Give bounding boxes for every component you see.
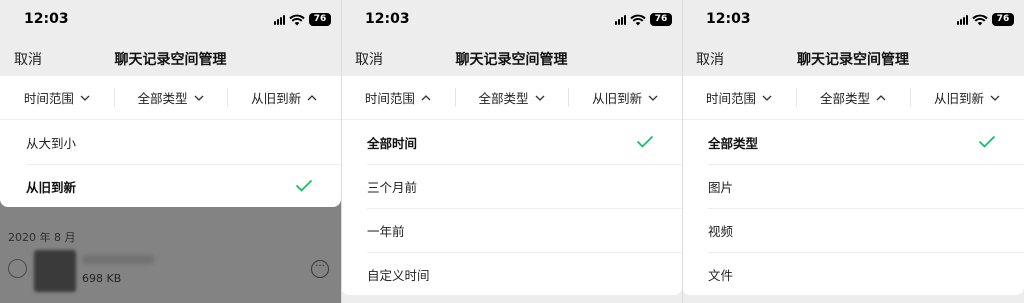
wifi-icon: [289, 14, 305, 25]
status-time: 12:03: [706, 11, 751, 27]
cellular-signal-icon: [615, 14, 626, 25]
file-list-background: 2020 年 8 月 698 KB ···: [0, 207, 341, 303]
wifi-icon: [972, 14, 988, 25]
chevron-down-icon: [194, 95, 203, 101]
option-large-to-small[interactable]: 从大到小: [0, 120, 341, 164]
battery-icon: 76: [650, 13, 672, 26]
checkmark-icon: [295, 179, 313, 192]
option-videos[interactable]: 视频: [682, 208, 1024, 252]
chevron-down-icon: [762, 95, 772, 101]
page-title: 聊天记录空间管理: [797, 52, 909, 68]
cancel-button[interactable]: 取消: [14, 49, 42, 69]
filter-time-range[interactable]: 时间范围: [341, 76, 455, 119]
page-title: 聊天记录空间管理: [455, 52, 568, 68]
filter-order[interactable]: 从旧到新: [227, 76, 341, 119]
battery-icon: 76: [992, 13, 1014, 26]
nav-bar: 聊天记录空间管理 取消: [341, 40, 682, 76]
option-images[interactable]: 图片: [682, 164, 1024, 208]
nav-bar: 聊天记录空间管理 取消: [0, 40, 341, 76]
file-name-blurred: [82, 255, 154, 264]
type-dropdown: 全部类型 图片 视频 文件: [682, 120, 1024, 295]
battery-icon: 76: [309, 13, 331, 26]
status-time: 12:03: [365, 11, 410, 27]
file-thumbnail: [34, 250, 76, 292]
screen-order-dropdown: 12:03 76 聊天记录空间管理 取消 时间范围 全部类型 从旧到新 2020…: [0, 0, 341, 303]
nav-bar: 聊天记录空间管理 取消: [682, 40, 1024, 76]
filter-bar: 时间范围 全部类型 从旧到新: [0, 76, 341, 120]
screen-time-range-dropdown: 12:03 76 聊天记录空间管理 取消 时间范围 全部类型 从旧到新 全部时间: [341, 0, 682, 303]
month-label: 2020 年 8 月: [8, 231, 76, 244]
wifi-icon: [630, 14, 646, 25]
filter-type[interactable]: 全部类型: [454, 76, 569, 119]
order-dropdown: 从大到小 从旧到新: [0, 120, 341, 207]
more-icon[interactable]: ···: [311, 260, 329, 278]
file-size: 698 KB: [82, 272, 122, 285]
option-old-to-new[interactable]: 从旧到新: [0, 164, 341, 208]
chevron-down-icon: [648, 95, 658, 101]
option-three-months-ago[interactable]: 三个月前: [341, 164, 682, 208]
panel-divider: [341, 0, 342, 303]
filter-type[interactable]: 全部类型: [113, 76, 228, 119]
option-one-year-ago[interactable]: 一年前: [341, 208, 682, 252]
filter-time-range[interactable]: 时间范围: [682, 76, 796, 119]
select-radio[interactable]: [8, 259, 27, 278]
status-bar: 12:03 76: [0, 0, 341, 40]
page-title: 聊天记录空间管理: [114, 52, 227, 68]
filter-order[interactable]: 从旧到新: [910, 76, 1024, 119]
checkmark-icon: [636, 135, 654, 148]
screen-type-dropdown: 12:03 76 聊天记录空间管理 取消 时间范围 全部类型 从旧到新 全部类型: [682, 0, 1024, 303]
option-all-time[interactable]: 全部时间: [341, 120, 682, 164]
option-all-types[interactable]: 全部类型: [682, 120, 1024, 164]
filter-time-range[interactable]: 时间范围: [0, 76, 114, 119]
cancel-button[interactable]: 取消: [355, 49, 383, 69]
filter-type[interactable]: 全部类型: [796, 76, 910, 119]
panel-divider: [682, 0, 683, 303]
status-time: 12:03: [24, 11, 69, 27]
filter-bar: 时间范围 全部类型 从旧到新: [341, 76, 682, 120]
cellular-signal-icon: [957, 14, 968, 25]
chevron-up-icon: [307, 94, 317, 100]
chevron-down-icon: [80, 95, 90, 101]
option-files[interactable]: 文件: [682, 252, 1024, 296]
filter-order[interactable]: 从旧到新: [568, 76, 682, 119]
filter-bar: 时间范围 全部类型 从旧到新: [682, 76, 1024, 120]
cancel-button[interactable]: 取消: [696, 49, 724, 69]
chevron-up-icon: [876, 94, 886, 100]
chevron-up-icon: [421, 94, 431, 100]
status-bar: 12:03 76: [341, 0, 682, 40]
chevron-down-icon: [990, 95, 1000, 101]
option-custom-time[interactable]: 自定义时间: [341, 252, 682, 296]
time-range-dropdown: 全部时间 三个月前 一年前 自定义时间: [341, 120, 682, 295]
checkmark-icon: [978, 135, 996, 148]
chevron-down-icon: [535, 95, 544, 101]
cellular-signal-icon: [274, 14, 285, 25]
status-bar: 12:03 76: [682, 0, 1024, 40]
